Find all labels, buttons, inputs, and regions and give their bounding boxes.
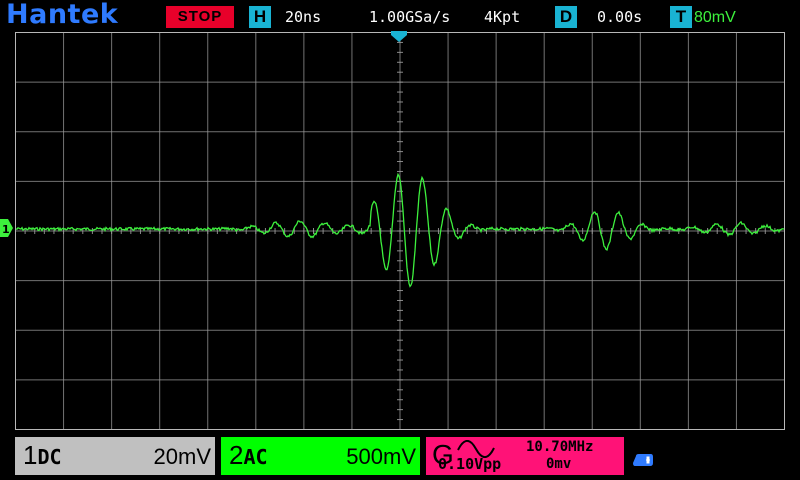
channel-2-coupling: AC xyxy=(243,445,268,469)
ground-marker-label: 1 xyxy=(2,223,10,236)
waveform-display[interactable]: 1 xyxy=(0,0,800,480)
channel-1-scale: 20mV xyxy=(153,444,211,469)
channel-2-info[interactable]: 2AC 500mV xyxy=(221,437,420,475)
generator-frequency: 10.70MHz xyxy=(526,439,594,455)
channel-2-number: 2 xyxy=(229,440,244,470)
channel-1-number: 1 xyxy=(23,440,38,470)
graticule xyxy=(15,32,785,430)
channel-1-ground-marker[interactable]: 1 xyxy=(0,219,13,237)
generator-amplitude: 0.10Vpp xyxy=(438,455,502,473)
signal-generator-info[interactable]: G 10.70MHz 0.10Vpp 0mv xyxy=(426,437,624,475)
channel-2-scale: 500mV xyxy=(346,444,416,469)
channel-1-info[interactable]: 1DC 20mV xyxy=(15,437,215,475)
trigger-position-icon[interactable] xyxy=(391,31,407,42)
channel-1-coupling: DC xyxy=(37,445,62,469)
usb-icon xyxy=(633,454,653,466)
generator-offset: 0mv xyxy=(546,456,572,472)
